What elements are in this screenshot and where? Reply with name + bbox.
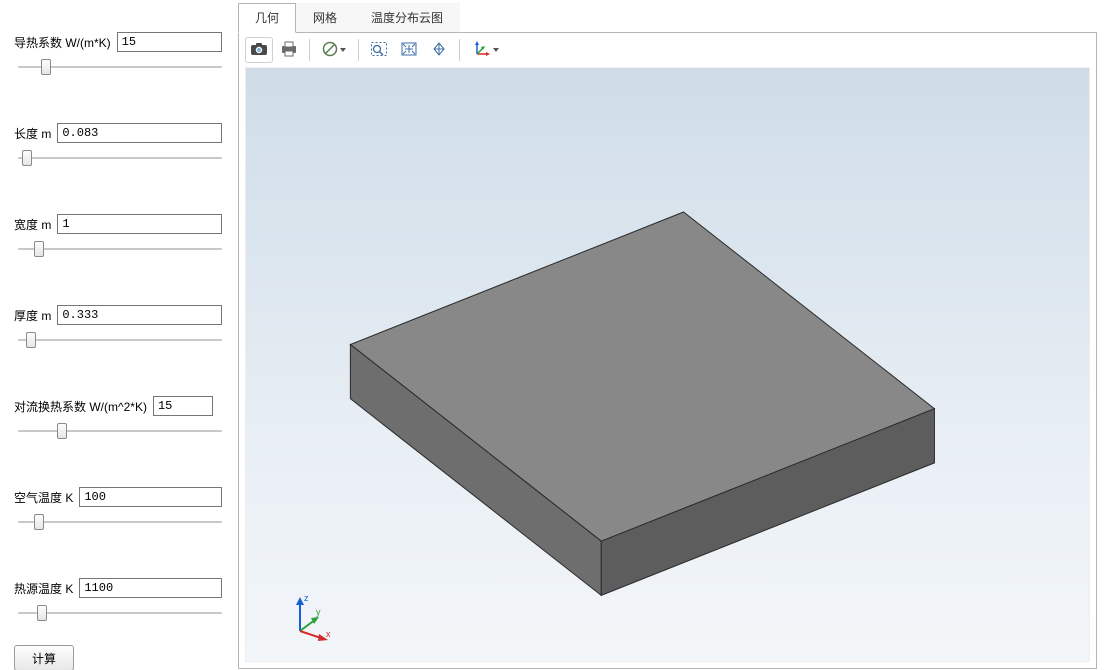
label-thickness: 厚度 m	[14, 307, 51, 324]
print-button[interactable]	[275, 37, 303, 63]
zoom-selection-button[interactable]	[425, 37, 453, 63]
model-slab	[246, 68, 1089, 661]
slider-source-temp[interactable]	[18, 606, 222, 620]
slider-width[interactable]	[18, 242, 222, 256]
parameter-panel: 导热系数 W/(m*K) 长度 m 宽度 m	[0, 0, 232, 670]
label-thermal-conductivity: 导热系数 W/(m*K)	[14, 34, 111, 51]
label-source-temp: 热源温度 K	[14, 580, 73, 597]
param-source-temp: 热源温度 K	[14, 578, 222, 623]
label-length: 长度 m	[14, 125, 51, 142]
viewer-panel: 几何 网格 温度分布云图	[232, 0, 1111, 670]
view-preset-dropdown[interactable]	[316, 37, 352, 63]
zoom-extents-button[interactable]	[395, 37, 423, 63]
axis-triad-icon	[471, 40, 491, 61]
axis-y-label: y	[316, 607, 321, 617]
input-length[interactable]	[57, 123, 222, 143]
axis-orientation-dropdown[interactable]	[466, 37, 504, 63]
param-air-temp: 空气温度 K	[14, 487, 222, 532]
input-air-temp[interactable]	[79, 487, 222, 507]
chevron-down-icon	[493, 48, 499, 52]
zoom-extents-icon	[400, 41, 418, 60]
label-width: 宽度 m	[14, 216, 51, 233]
viewer-frame: z y x	[238, 32, 1097, 669]
label-air-temp: 空气温度 K	[14, 489, 73, 506]
param-length: 长度 m	[14, 123, 222, 168]
input-source-temp[interactable]	[79, 578, 222, 598]
camera-icon	[250, 41, 268, 60]
input-width[interactable]	[57, 214, 222, 234]
chevron-down-icon	[340, 48, 346, 52]
compass-icon	[322, 41, 338, 60]
compute-button[interactable]: 计算	[14, 645, 74, 670]
toolbar-separator	[358, 39, 359, 61]
param-width: 宽度 m	[14, 214, 222, 259]
axis-x-label: x	[326, 629, 331, 639]
param-thermal-conductivity: 导热系数 W/(m*K)	[14, 32, 222, 77]
printer-icon	[280, 41, 298, 60]
viewer-toolbar	[239, 33, 1096, 67]
input-thermal-conductivity[interactable]	[117, 32, 222, 52]
axis-triad: z y x	[286, 591, 336, 641]
slider-air-temp[interactable]	[18, 515, 222, 529]
slider-convection[interactable]	[18, 424, 222, 438]
toolbar-separator	[309, 39, 310, 61]
zoom-box-button[interactable]	[365, 37, 393, 63]
tab-mesh[interactable]: 网格	[296, 3, 354, 32]
axis-z-label: z	[304, 593, 309, 603]
input-thickness[interactable]	[57, 305, 222, 325]
toolbar-separator	[459, 39, 460, 61]
label-convection: 对流换热系数 W/(m^2*K)	[14, 398, 147, 415]
zoom-box-icon	[370, 41, 388, 60]
app-root: 导热系数 W/(m*K) 长度 m 宽度 m	[0, 0, 1111, 670]
input-convection[interactable]	[153, 396, 213, 416]
param-thickness: 厚度 m	[14, 305, 222, 350]
tab-bar: 几何 网格 温度分布云图	[238, 6, 1097, 32]
slider-length[interactable]	[18, 151, 222, 165]
tab-temp-plot[interactable]: 温度分布云图	[354, 3, 460, 32]
param-convection: 对流换热系数 W/(m^2*K)	[14, 396, 222, 441]
snapshot-button[interactable]	[245, 37, 273, 63]
tab-geometry[interactable]: 几何	[238, 3, 296, 33]
viewport-3d[interactable]: z y x	[245, 67, 1090, 662]
slider-thermal-conductivity[interactable]	[18, 60, 222, 74]
slider-thickness[interactable]	[18, 333, 222, 347]
zoom-selection-icon	[430, 41, 448, 60]
